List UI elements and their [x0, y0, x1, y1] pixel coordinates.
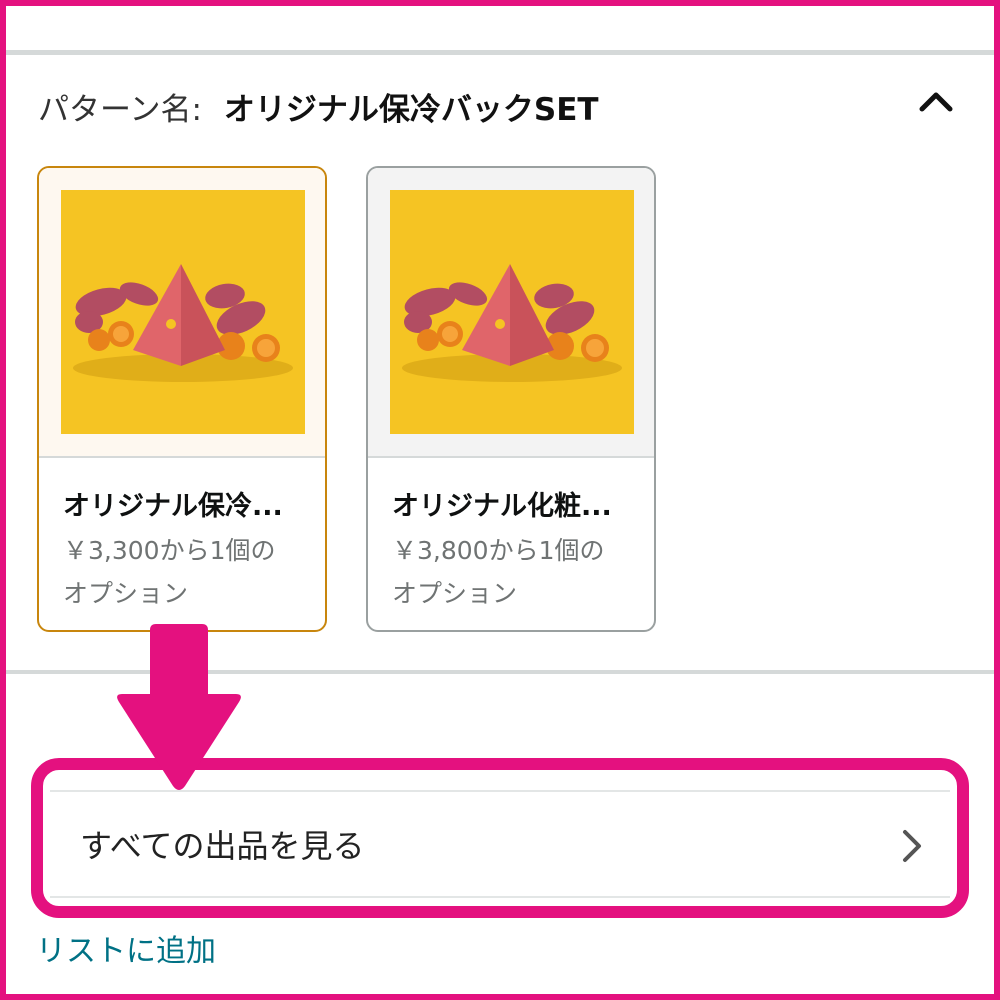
pattern-label: パターン名:	[38, 91, 202, 128]
down-arrow-annotation-icon	[117, 624, 241, 790]
chevron-up-icon	[919, 92, 953, 112]
option-price: ￥3,300から1個の	[63, 536, 276, 565]
option-title: オリジナル保冷...	[63, 491, 283, 522]
option-card-1[interactable]: オリジナル保冷... ￥3,300から1個の オプション	[37, 166, 327, 632]
option-card-1-thumb-area	[39, 168, 325, 458]
option-card-2-thumb-area	[368, 168, 654, 458]
option-card-2[interactable]: オリジナル化粧... ￥3,800から1個の オプション	[366, 166, 656, 632]
pattern-name-row: パターン名: オリジナル保冷バックSET	[38, 86, 599, 128]
option-title: オリジナル化粧...	[392, 491, 612, 522]
option-price: ￥3,800から1個の	[392, 536, 605, 565]
see-all-offers-button[interactable]: すべての出品を見る	[50, 790, 950, 898]
collapse-toggle-button[interactable]	[906, 76, 966, 126]
option-card-1-text: オリジナル保冷... ￥3,300から1個の オプション	[39, 484, 325, 615]
see-all-offers-label: すべての出品を見る	[80, 827, 365, 865]
chevron-right-icon	[903, 830, 921, 862]
product-image	[61, 190, 305, 434]
option-note: オプション	[63, 579, 189, 608]
product-image	[390, 190, 634, 434]
add-to-list-link[interactable]: リストに追加	[36, 926, 216, 970]
pattern-value: オリジナル保冷バックSET	[223, 91, 599, 128]
top-divider	[6, 50, 994, 55]
option-note: オプション	[392, 579, 518, 608]
option-card-2-text: オリジナル化粧... ￥3,800から1個の オプション	[368, 484, 654, 615]
